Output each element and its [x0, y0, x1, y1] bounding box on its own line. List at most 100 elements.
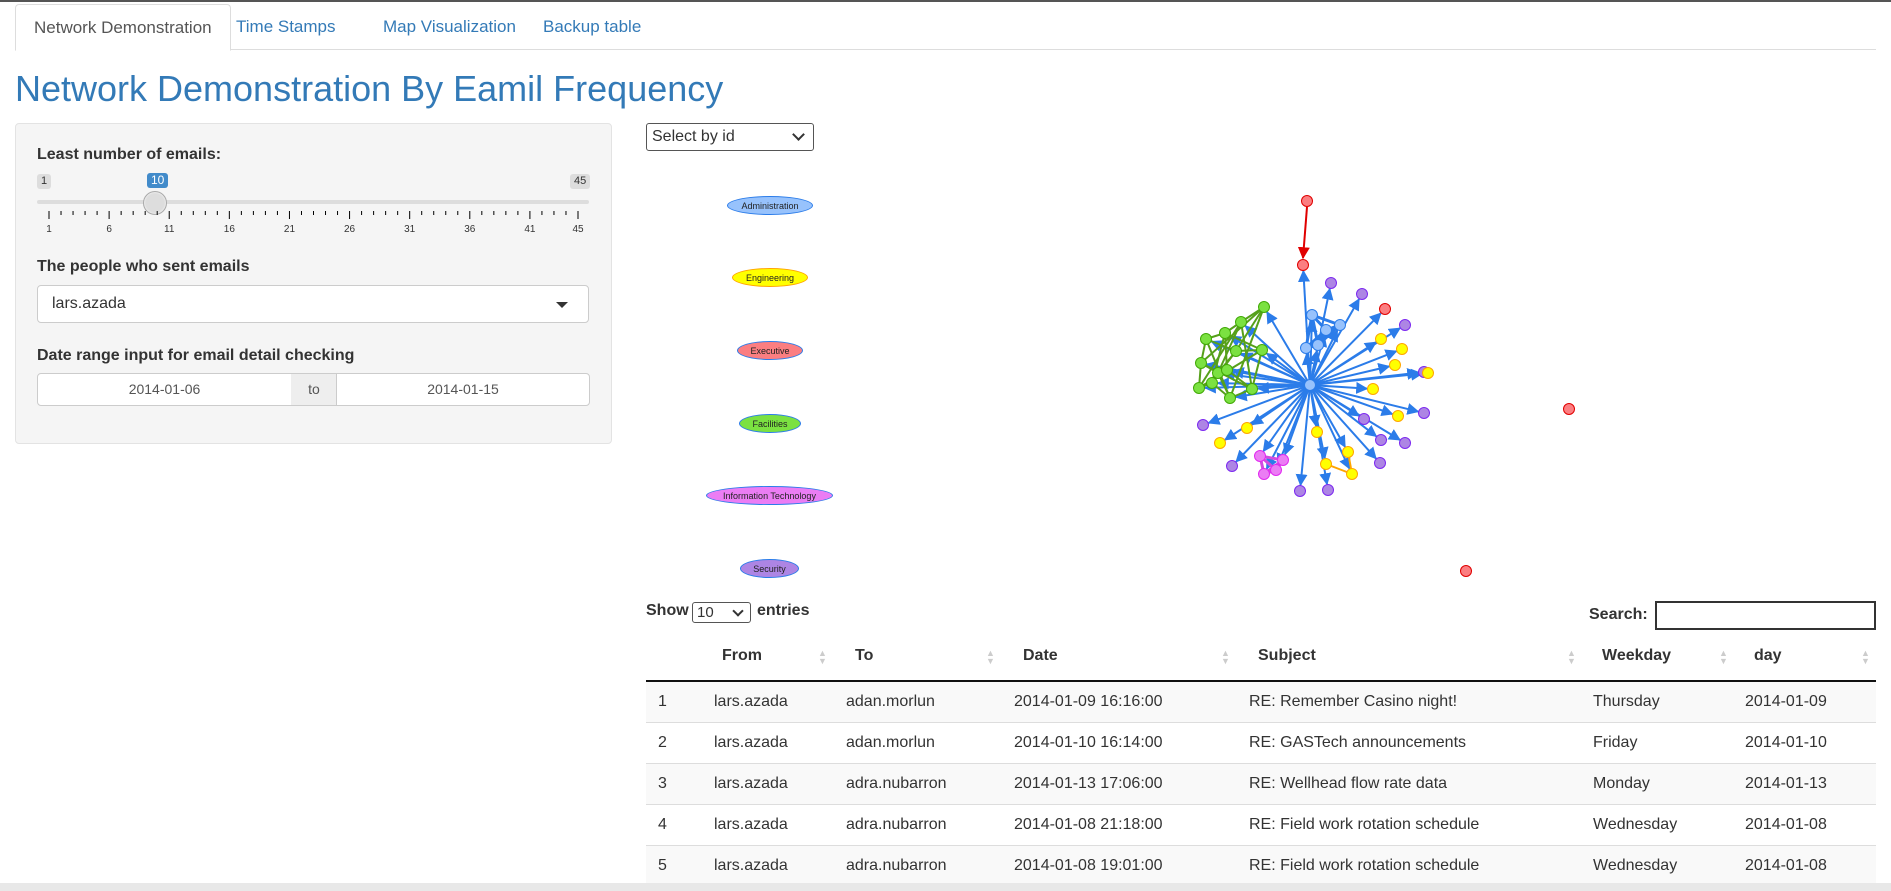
network-node [1311, 426, 1323, 438]
network-node [1356, 288, 1368, 300]
network-node [1320, 458, 1332, 470]
table-row[interactable]: 3 lars.azada adra.nubarron 2014-01-13 17… [646, 764, 1876, 805]
cell-date: 2014-01-08 21:18:00 [1014, 816, 1163, 833]
network-node [1221, 364, 1233, 376]
network-node [1200, 333, 1212, 345]
cell-subject: RE: Field work rotation schedule [1249, 816, 1480, 833]
search-label: Search: [1589, 606, 1648, 623]
cell-date: 2014-01-09 16:16:00 [1014, 693, 1163, 710]
cell-date: 2014-01-10 16:14:00 [1014, 734, 1163, 751]
legend-engineering: Engineering [732, 268, 808, 287]
column-header-weekday[interactable]: Weekday [1602, 647, 1671, 665]
sort-icon: ▲ ▼ [1719, 648, 1728, 666]
cell-to: adra.nubarron [846, 857, 947, 874]
network-node [1206, 377, 1218, 389]
search-input[interactable] [1655, 601, 1876, 630]
network-graph[interactable] [0, 0, 1891, 590]
cell-subject: RE: Field work rotation schedule [1249, 857, 1480, 874]
sort-icon: ▲ ▼ [1567, 648, 1576, 666]
cell-weekday: Wednesday [1593, 816, 1678, 833]
network-node [1235, 316, 1247, 328]
network-node [1306, 309, 1318, 321]
cell-to: adra.nubarron [846, 775, 947, 792]
network-node [1195, 357, 1207, 369]
entries-label: entries [757, 602, 810, 619]
cell-subject: RE: Wellhead flow rate data [1249, 775, 1448, 792]
cell-day: 2014-01-13 [1745, 775, 1827, 792]
sort-icon: ▲ ▼ [986, 648, 995, 666]
cell-subject: RE: GASTech announcements [1249, 734, 1467, 751]
network-node [1294, 485, 1306, 497]
table-row[interactable]: 1 lars.azada adan.morlun 2014-01-09 16:1… [646, 682, 1876, 723]
legend-security: Security [740, 559, 799, 578]
horizontal-scrollbar[interactable] [0, 883, 1891, 891]
network-node [1270, 464, 1282, 476]
cell-from: lars.azada [714, 775, 788, 792]
column-header-date[interactable]: Date [1023, 647, 1058, 665]
cell-day: 2014-01-08 [1745, 857, 1827, 874]
network-node [1246, 383, 1258, 395]
cell-date: 2014-01-13 17:06:00 [1014, 775, 1163, 792]
network-node [1375, 333, 1387, 345]
table-row[interactable]: 5 lars.azada adra.nubarron 2014-01-08 19… [646, 846, 1876, 887]
cell-day: 2014-01-08 [1745, 816, 1827, 833]
cell-index: 2 [658, 734, 667, 751]
cell-from: lars.azada [714, 693, 788, 710]
network-node [1460, 565, 1472, 577]
cell-subject: RE: Remember Casino night! [1249, 693, 1458, 710]
cell-day: 2014-01-10 [1745, 734, 1827, 751]
cell-weekday: Friday [1593, 734, 1638, 751]
network-node [1399, 437, 1411, 449]
network-node [1325, 277, 1337, 289]
cell-weekday: Thursday [1593, 693, 1660, 710]
cell-from: lars.azada [714, 816, 788, 833]
network-node [1322, 484, 1334, 496]
legend-executive: Executive [737, 341, 803, 360]
network-node [1300, 342, 1312, 354]
network-node [1312, 339, 1324, 351]
network-node [1226, 460, 1238, 472]
network-node [1367, 383, 1379, 395]
network-node [1230, 345, 1242, 357]
cell-weekday: Monday [1593, 775, 1650, 792]
legend-information-technology: Information Technology [706, 486, 833, 505]
network-node [1334, 319, 1346, 331]
network-node [1297, 259, 1309, 271]
chevron-down-icon [732, 605, 744, 617]
network-node [1219, 327, 1231, 339]
legend-administration: Administration [727, 196, 813, 215]
cell-weekday: Wednesday [1593, 857, 1678, 874]
table-row[interactable]: 4 lars.azada adra.nubarron 2014-01-08 21… [646, 805, 1876, 846]
legend-facilities: Facilities [739, 414, 801, 433]
entries-length-select[interactable]: 10 [692, 602, 751, 623]
network-node [1342, 446, 1354, 458]
network-node [1320, 324, 1332, 336]
column-header-from[interactable]: From [722, 647, 762, 665]
network-node [1396, 343, 1408, 355]
cell-date: 2014-01-08 19:01:00 [1014, 857, 1163, 874]
sort-icon: ▲ ▼ [1221, 648, 1230, 666]
cell-index: 3 [658, 775, 667, 792]
sort-icon: ▲ ▼ [1861, 648, 1870, 666]
table-row[interactable]: 2 lars.azada adan.morlun 2014-01-10 16:1… [646, 723, 1876, 764]
network-node [1418, 407, 1430, 419]
column-header-to[interactable]: To [855, 647, 873, 665]
network-node [1399, 319, 1411, 331]
network-node-center [1304, 379, 1316, 391]
network-node [1301, 195, 1313, 207]
sort-icon: ▲ ▼ [818, 648, 827, 666]
cell-index: 1 [658, 693, 667, 710]
column-header-subject[interactable]: Subject [1258, 647, 1316, 665]
network-node [1392, 410, 1404, 422]
network-node [1256, 344, 1268, 356]
entries-length-value: 10 [697, 604, 714, 621]
network-node [1375, 434, 1387, 446]
network-node [1258, 468, 1270, 480]
cell-day: 2014-01-09 [1745, 693, 1827, 710]
network-node [1254, 450, 1266, 462]
network-node [1389, 359, 1401, 371]
column-header-day[interactable]: day [1754, 647, 1782, 665]
network-node [1346, 468, 1358, 480]
cell-index: 5 [658, 857, 667, 874]
cell-index: 4 [658, 816, 667, 833]
